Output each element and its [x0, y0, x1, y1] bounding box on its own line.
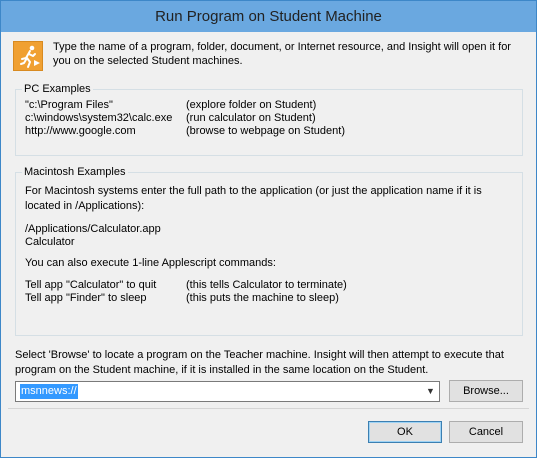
command-combobox[interactable]: msnnews:// ▼	[15, 381, 440, 402]
browse-description-line: Select 'Browse' to locate a program on t…	[15, 349, 504, 361]
separator	[8, 408, 529, 409]
pc-example-desc: (explore folder on Student)	[186, 99, 317, 111]
pc-examples-label: PC Examples	[22, 82, 93, 96]
cancel-button[interactable]: Cancel	[449, 421, 523, 443]
pc-example-desc: (browse to webpage on Student)	[186, 125, 345, 137]
mac-example-name: Calculator	[25, 236, 75, 248]
applescript-example-cmd: Tell app "Finder" to sleep	[25, 292, 147, 304]
run-program-dialog: Run Program on Student Machine Type the …	[0, 0, 537, 458]
pc-example-cmd: c:\windows\system32\calc.exe	[25, 112, 173, 124]
browse-description: Select 'Browse' to locate a program on t…	[15, 348, 525, 378]
applescript-help-text: You can also execute 1-line Applescript …	[25, 257, 276, 269]
window-title: Run Program on Student Machine	[155, 8, 382, 25]
command-input-value[interactable]: msnnews://	[20, 384, 78, 399]
mac-examples-group: Macintosh Examples For Macintosh systems…	[15, 165, 523, 336]
ok-button[interactable]: OK	[368, 421, 442, 443]
chevron-down-icon[interactable]: ▼	[422, 382, 439, 401]
mac-help-text: For Macintosh systems enter the full pat…	[25, 185, 482, 197]
intro-text: Type the name of a program, folder, docu…	[53, 41, 511, 67]
dialog-body: Type the name of a program, folder, docu…	[8, 32, 529, 451]
pc-example-desc: (run calculator on Student)	[186, 112, 316, 124]
mac-help-text-continued: located in /Applications):	[25, 200, 145, 212]
pc-examples-group: PC Examples "c:\Program Files" (explore …	[15, 82, 523, 156]
mac-examples-label: Macintosh Examples	[22, 165, 128, 179]
applescript-example-desc: (this tells Calculator to terminate)	[186, 279, 347, 291]
applescript-example-desc: (this puts the machine to sleep)	[186, 292, 339, 304]
mac-example-path: /Applications/Calculator.app	[25, 223, 161, 235]
pc-example-cmd: http://www.google.com	[25, 125, 136, 137]
pc-example-cmd: "c:\Program Files"	[25, 99, 113, 111]
title-bar[interactable]: Run Program on Student Machine	[1, 1, 536, 32]
browse-description-line: program on the Student machine, if it is…	[15, 364, 429, 376]
applescript-example-cmd: Tell app "Calculator" to quit	[25, 279, 157, 291]
browse-button[interactable]: Browse...	[449, 380, 523, 402]
run-program-icon	[13, 41, 43, 71]
